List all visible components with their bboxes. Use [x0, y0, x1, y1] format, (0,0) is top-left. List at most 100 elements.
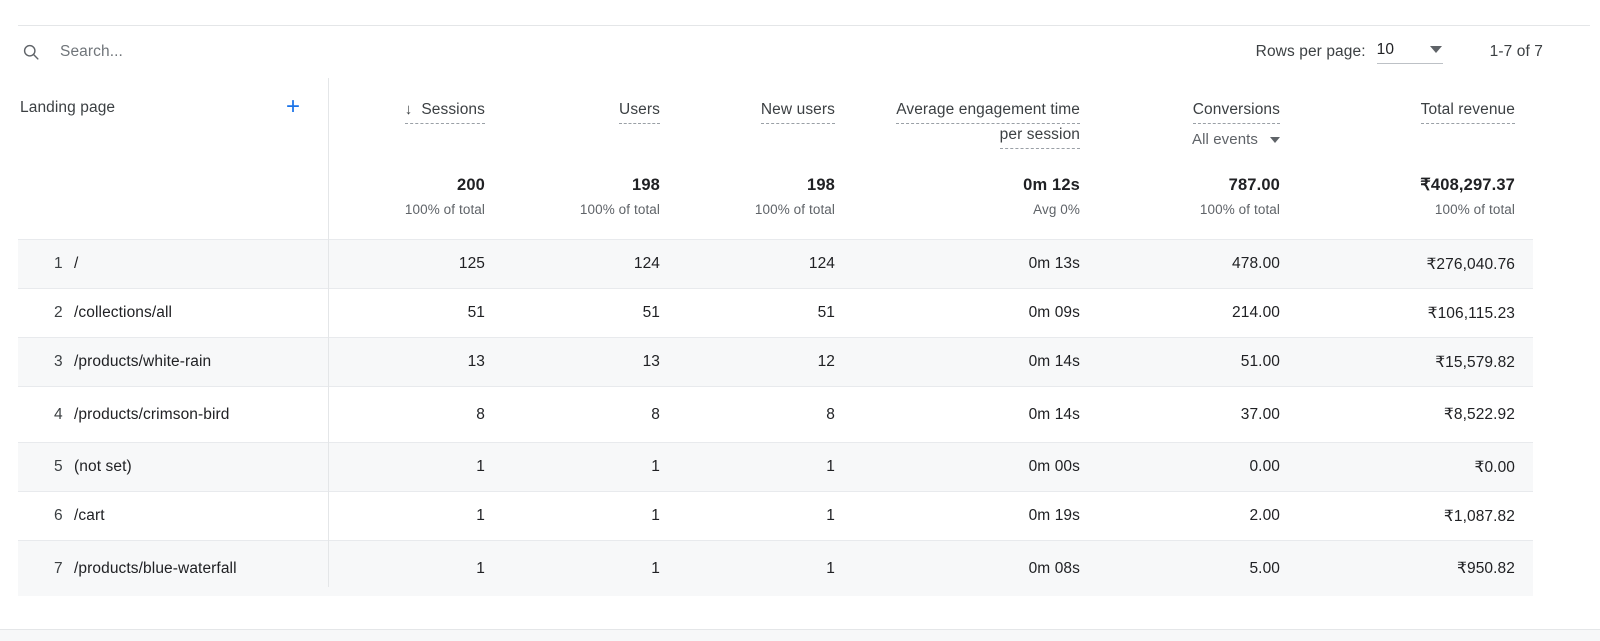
cell-new-users: 1 — [678, 540, 854, 596]
row-users: 1 — [651, 458, 661, 475]
cell-landing-page[interactable]: / — [72, 239, 329, 289]
cell-users: 1 — [503, 540, 679, 596]
totals-row: 200 100% of total 198 100% of total 198 … — [18, 160, 1533, 240]
row-sessions: 8 — [476, 405, 486, 423]
pagination-controls: Rows per page: 10 1-7 of 7 — [1256, 41, 1543, 64]
cell-sessions: 8 — [328, 386, 504, 443]
table-body: 1/125 124 124 0m 13s 478.00 ₹276,040.76 2/coll… — [18, 239, 1534, 596]
rows-per-page-select[interactable]: 10 — [1376, 41, 1443, 64]
search-area — [21, 42, 1256, 62]
cell-landing-page[interactable]: /products/blue-waterfall — [72, 540, 329, 596]
cell-avg-engagement: 0m 08s — [853, 540, 1099, 596]
row-avg-engagement: 0m 00s — [1028, 458, 1081, 475]
row-users: 1 — [651, 559, 661, 577]
cell-conversions: 5.00 — [1098, 540, 1299, 596]
column-header-users[interactable]: Users — [619, 99, 661, 124]
totals-value-total-revenue: ₹408,297.37 — [1420, 176, 1516, 194]
column-header-new-users[interactable]: New users — [760, 99, 836, 124]
cell-landing-page[interactable]: /products/crimson-bird — [72, 386, 329, 443]
chevron-down-icon — [1270, 136, 1281, 143]
cell-conversions: 478.00 — [1098, 239, 1299, 289]
row-rank: 6 — [54, 507, 63, 524]
row-new-users: 51 — [817, 304, 836, 321]
cell-new-users: 12 — [678, 337, 854, 387]
totals-cell-total-revenue: ₹408,297.37 100% of total — [1298, 160, 1533, 240]
search-input[interactable] — [60, 43, 480, 61]
column-header-total-revenue[interactable]: Total revenue — [1420, 99, 1516, 124]
landing-page-report-panel: Rows per page: 10 1-7 of 7 Landing page … — [0, 0, 1600, 641]
column-header-sessions-label: Sessions — [421, 101, 486, 118]
row-landing-page[interactable]: /products/blue-waterfall — [72, 541, 328, 596]
cell-landing-page[interactable]: /cart — [72, 491, 329, 541]
cell-total-revenue: ₹106,115.23 — [1298, 288, 1534, 338]
cell-rank: 7 — [18, 540, 72, 596]
row-total-revenue: ₹0.00 — [1474, 458, 1516, 476]
row-new-users: 1 — [826, 458, 836, 475]
row-conversions: 214.00 — [1232, 304, 1281, 321]
row-sessions: 125 — [458, 255, 486, 272]
totals-value-avg-engagement: 0m 12s — [1023, 176, 1081, 194]
column-header-landing-page[interactable]: Landing page — [20, 99, 115, 117]
row-conversions: 2.00 — [1249, 507, 1281, 524]
cell-landing-page[interactable]: (not set) — [72, 442, 329, 492]
cell-users: 51 — [503, 288, 679, 338]
cell-avg-engagement: 0m 14s — [853, 337, 1099, 387]
row-new-users: 1 — [826, 559, 836, 577]
cell-total-revenue: ₹1,087.82 — [1298, 491, 1534, 541]
landing-page-table: Landing page + ↓ Sessions Users New user… — [18, 78, 1534, 596]
row-users: 13 — [642, 353, 661, 370]
table-row[interactable]: 5 (not set) 1 1 1 0m 00s 0.00 ₹0.00 — [18, 442, 1534, 492]
totals-cell-avg-engagement: 0m 12s Avg 0% — [853, 160, 1098, 240]
cell-landing-page[interactable]: /products/white-rain — [72, 337, 329, 387]
cell-rank: 5 — [18, 442, 72, 492]
row-rank: 4 — [54, 405, 63, 423]
cell-avg-engagement: 0m 13s — [853, 239, 1099, 289]
header-row: Landing page + ↓ Sessions Users New user… — [18, 78, 1533, 160]
row-landing-page[interactable]: / — [72, 240, 328, 288]
row-landing-page[interactable]: /cart — [72, 492, 328, 540]
cell-rank: 4 — [18, 386, 72, 443]
cell-conversions: 37.00 — [1098, 386, 1299, 443]
row-conversions: 51.00 — [1240, 353, 1281, 370]
add-dimension-icon[interactable]: + — [286, 95, 300, 119]
cell-new-users: 1 — [678, 491, 854, 541]
cell-conversions: 2.00 — [1098, 491, 1299, 541]
row-rank: 1 — [54, 255, 63, 272]
totals-cell-sessions: 200 100% of total — [328, 160, 503, 240]
header-cell-sessions: ↓ Sessions — [328, 78, 503, 160]
chevron-down-icon — [1429, 46, 1442, 53]
row-new-users: 1 — [826, 507, 836, 524]
conversions-event-filter[interactable]: All events — [1192, 131, 1281, 148]
cell-rank: 1 — [18, 239, 72, 289]
cell-conversions: 214.00 — [1098, 288, 1299, 338]
column-header-avg-engagement-line2[interactable]: per session — [999, 124, 1081, 149]
row-conversions: 0.00 — [1249, 458, 1281, 475]
cell-total-revenue: ₹0.00 — [1298, 442, 1534, 492]
row-landing-page[interactable]: /products/crimson-bird — [72, 387, 328, 442]
cell-landing-page[interactable]: /collections/all — [72, 288, 329, 338]
row-new-users: 124 — [808, 255, 836, 272]
cell-sessions: 1 — [328, 442, 504, 492]
totals-value-sessions: 200 — [457, 176, 486, 194]
table-row[interactable]: 1 / 125 124 124 0m 13s 478.00 ₹276,040.76 — [18, 239, 1534, 289]
column-header-avg-engagement-line1[interactable]: Average engagement time — [896, 99, 1081, 124]
table-header: Landing page + ↓ Sessions Users New user… — [18, 78, 1533, 240]
header-cell-new-users: New users — [678, 78, 853, 160]
sort-descending-icon: ↓ — [404, 101, 413, 118]
table-row[interactable]: 2/collections/all 51 51 51 0m 09s 214.00 ₹106,… — [18, 288, 1534, 338]
row-landing-page[interactable]: /collections/all — [72, 289, 328, 337]
table-row[interactable]: 6/cart 1 1 1 0m 19s 2.00 ₹1,087.82 — [18, 491, 1534, 541]
totals-sub-total-revenue: 100% of total — [1434, 202, 1516, 217]
row-total-revenue: ₹276,040.76 — [1426, 255, 1516, 273]
column-header-conversions[interactable]: Conversions — [1192, 99, 1281, 124]
row-conversions: 5.00 — [1249, 559, 1281, 577]
cell-new-users: 8 — [678, 386, 854, 443]
totals-cell-conversions: 787.00 100% of total — [1098, 160, 1298, 240]
row-landing-page[interactable]: (not set) — [72, 443, 328, 491]
table-row[interactable]: 4/products/crimson-bird 8 8 8 0m 14s 37.00 ₹8,… — [18, 386, 1534, 443]
table-row[interactable]: 3/products/white-rain 13 13 12 0m 14s 51.00 ₹1… — [18, 337, 1534, 387]
row-landing-page[interactable]: /products/white-rain — [72, 338, 328, 386]
column-header-sessions[interactable]: ↓ Sessions — [404, 99, 486, 124]
table-row[interactable]: 7/products/blue-waterfall 1 1 1 0m 08s 5.00 ₹9… — [18, 540, 1534, 596]
cell-avg-engagement: 0m 00s — [853, 442, 1099, 492]
